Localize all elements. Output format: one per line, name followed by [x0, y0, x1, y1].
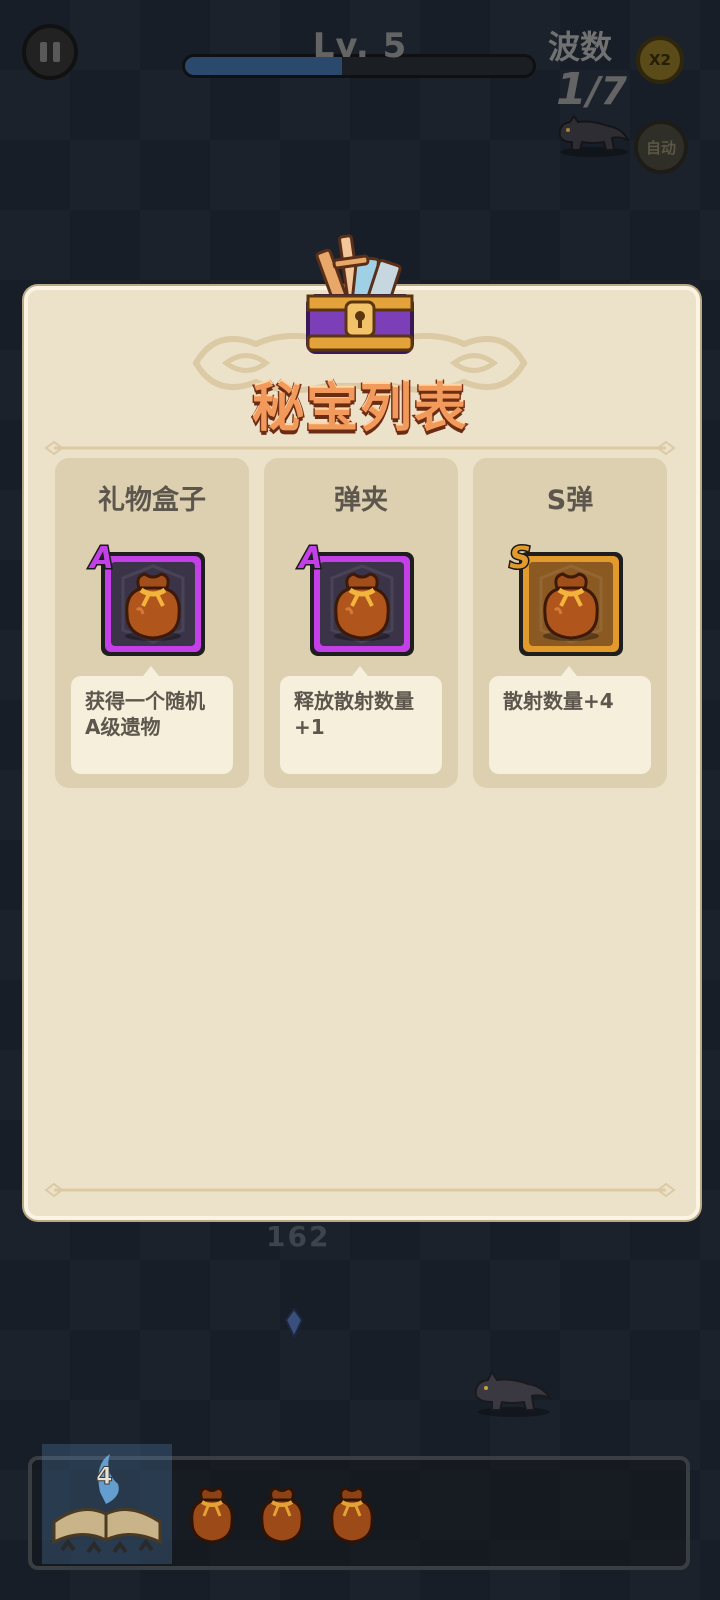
treasure-name: 弹夹: [334, 485, 388, 516]
treasure-card[interactable]: 礼物盒子 A 获得一个随机A级遗物: [55, 458, 249, 788]
treasure-card[interactable]: 弹夹 A 释放散射数量+1: [264, 458, 458, 788]
bottom-divider: [44, 1182, 676, 1198]
treasure-description: 散射数量+4: [489, 666, 651, 774]
treasure-name: S弹: [546, 485, 594, 516]
treasure-chest-icon: [306, 234, 414, 354]
crystal-gem-icon: [284, 1308, 304, 1338]
panel-title: 秘宝列表: [250, 378, 468, 441]
spellbook-level: 4: [96, 1462, 114, 1491]
rank-badge-icon: S: [508, 540, 533, 574]
treasure-description: 获得一个随机A级遗物: [71, 666, 233, 774]
treasure-description: 释放散射数量+1: [280, 666, 442, 774]
svg-text:S: S: [509, 541, 531, 574]
rank-badge-icon: A: [296, 540, 324, 574]
svg-text:A: A: [297, 541, 322, 574]
loot-bag-icon[interactable]: [184, 1484, 240, 1544]
treasure-icon-frame: A: [87, 540, 209, 660]
loot-bag-icon[interactable]: [254, 1484, 310, 1544]
svg-text:A: A: [88, 541, 113, 574]
treasure-name: 礼物盒子: [98, 485, 206, 516]
loot-bag-icon[interactable]: [324, 1484, 380, 1544]
damage-number: 162: [266, 1220, 331, 1253]
treasure-icon-frame: A: [296, 540, 418, 660]
rank-badge-icon: A: [87, 540, 115, 574]
treasure-card[interactable]: S弹 S 散射数量+4: [473, 458, 667, 788]
top-divider: [44, 440, 676, 456]
treasure-icon-frame: S: [508, 540, 627, 660]
panther-enemy-icon: [474, 1369, 553, 1417]
